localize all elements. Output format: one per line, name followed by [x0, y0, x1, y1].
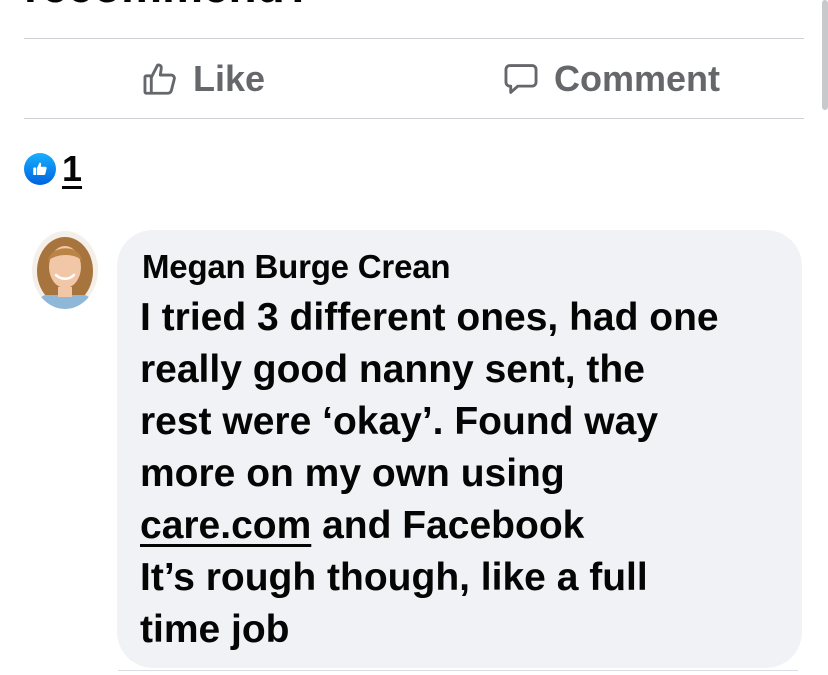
like-button[interactable]: Like — [141, 39, 265, 118]
reaction-count[interactable]: 1 — [62, 148, 82, 190]
comment-line: It’s rough though, like a full — [140, 556, 648, 599]
comment-line: I tried 3 different ones, had one — [140, 296, 719, 339]
comment-author[interactable]: Megan Burge Crean — [142, 248, 451, 286]
comment-text-after-link: and Facebook — [311, 504, 585, 547]
avatar[interactable] — [32, 231, 98, 309]
divider-bottom — [24, 118, 804, 119]
comment-line: more on my own using — [140, 452, 565, 495]
comment-line: really good nanny sent, the — [140, 348, 645, 391]
next-item-edge — [118, 670, 798, 671]
like-reaction-icon — [24, 153, 56, 185]
comment-line: rest were ‘okay’. Found way — [140, 400, 659, 443]
comment-bubble: Megan Burge Crean I tried 3 different on… — [117, 230, 802, 668]
post-view: recommend? Like Comment — [0, 0, 828, 675]
like-label: Like — [193, 57, 266, 99]
scrollbar[interactable] — [822, 0, 828, 110]
comment-line-with-link: care.com and Facebook — [140, 500, 790, 552]
care-com-link[interactable]: care.com — [140, 504, 311, 547]
comment-line: time job — [140, 608, 290, 651]
post-text-truncated: recommend? — [24, 0, 313, 16]
comment-bubble-icon — [502, 60, 540, 98]
comment-text: I tried 3 different ones, had one really… — [140, 292, 790, 656]
post-actions-bar: Like Comment — [24, 39, 804, 118]
comment-label: Comment — [554, 57, 721, 99]
thumbs-up-icon — [141, 60, 179, 98]
comment-button[interactable]: Comment — [502, 39, 720, 118]
reactions-summary[interactable]: 1 — [24, 148, 82, 190]
